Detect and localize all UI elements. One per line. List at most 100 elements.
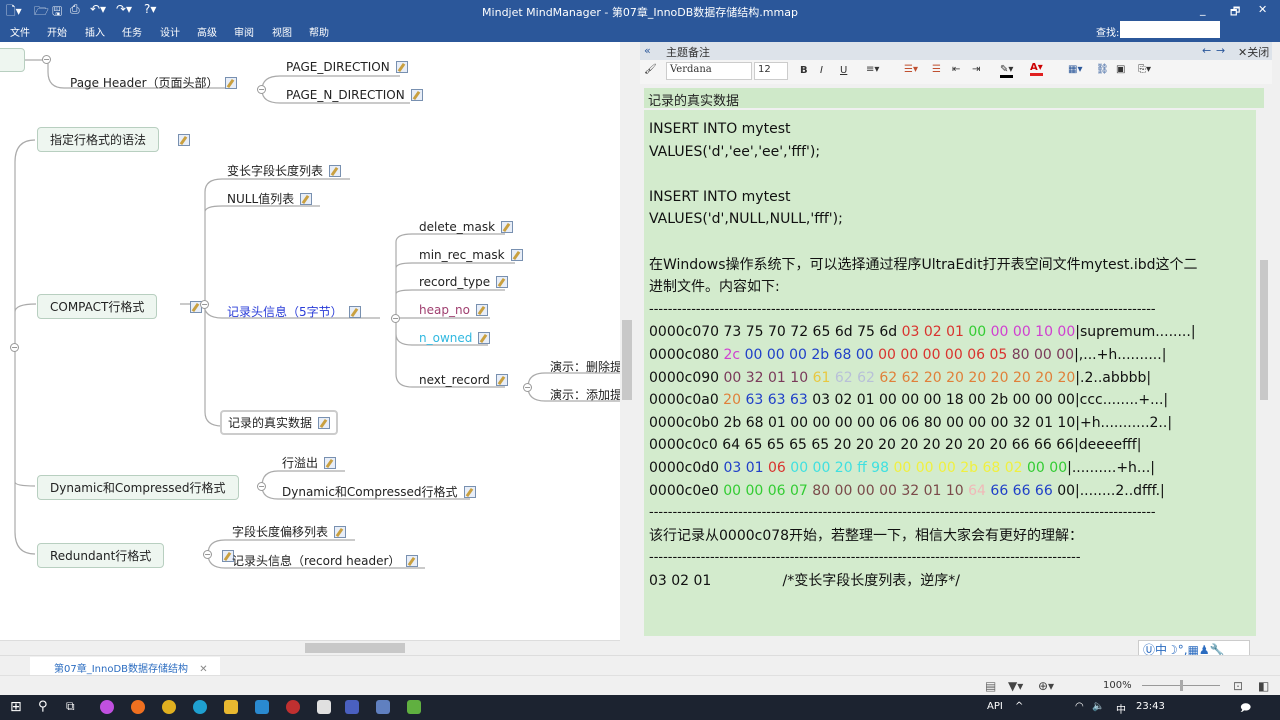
- highlight-icon[interactable]: ✎▾: [1000, 64, 1014, 78]
- note-editor[interactable]: INSERT INTO mytest VALUES('d','ee','ee','…: [644, 110, 1256, 636]
- scroll-thumb[interactable]: [305, 643, 405, 653]
- notifications-icon[interactable]: 🗩: [1240, 701, 1251, 718]
- menu-advanced[interactable]: 高级: [197, 24, 217, 39]
- font-color-icon[interactable]: A▾: [1030, 62, 1043, 76]
- file-explorer-icon[interactable]: [224, 700, 238, 714]
- link-icon[interactable]: ⛓: [1096, 64, 1109, 75]
- search-icon[interactable]: ⚲: [38, 699, 48, 714]
- node-overflow[interactable]: 行溢出: [282, 454, 337, 474]
- note-icon[interactable]: [496, 276, 509, 288]
- numbered-list-icon[interactable]: ☰▾: [904, 64, 918, 75]
- menu-view[interactable]: 视图: [272, 24, 292, 39]
- menu-help[interactable]: 帮助: [309, 24, 329, 39]
- table-icon[interactable]: ▦▾: [1068, 64, 1082, 75]
- node-dynamic[interactable]: Dynamic和Compressed行格式: [37, 475, 239, 500]
- collapse-panel-icon[interactable]: «: [644, 44, 651, 57]
- node-heap-no[interactable]: heap_no: [419, 303, 488, 320]
- node-real-data-selected[interactable]: 记录的真实数据: [220, 410, 339, 435]
- collapse-toggle[interactable]: −: [257, 85, 266, 94]
- focus-icon[interactable]: ⊕▾: [1038, 679, 1054, 693]
- close-tab-icon[interactable]: ✕: [199, 664, 207, 675]
- zoom-slider[interactable]: [1142, 680, 1220, 691]
- volume-icon[interactable]: 🔈: [1092, 701, 1104, 712]
- node-page-n-direction[interactable]: PAGE_N_DIRECTION: [286, 88, 423, 105]
- clock[interactable]: 23:43: [1136, 701, 1165, 712]
- menu-insert[interactable]: 插入: [85, 24, 105, 39]
- note-icon[interactable]: [178, 134, 190, 146]
- note-icon[interactable]: [501, 221, 514, 233]
- note-icon[interactable]: [510, 249, 523, 261]
- collapse-toggle[interactable]: −: [203, 550, 212, 559]
- next-arrow-icon[interactable]: →: [1216, 44, 1225, 57]
- prev-arrow-icon[interactable]: ←: [1202, 44, 1211, 57]
- note-icon[interactable]: [329, 165, 342, 177]
- note-icon[interactable]: [224, 77, 237, 89]
- underline-button[interactable]: U: [840, 65, 847, 76]
- parent-topic-node[interactable]: [0, 48, 25, 72]
- network-icon[interactable]: ◠: [1075, 701, 1084, 712]
- node-demo-delete[interactable]: 演示：删除提: [550, 358, 620, 378]
- node-page-direction[interactable]: PAGE_DIRECTION: [286, 60, 408, 77]
- firefox-icon[interactable]: [131, 700, 145, 714]
- collapse-toggle[interactable]: −: [10, 343, 19, 352]
- find-input[interactable]: [1120, 21, 1220, 38]
- node-record-header[interactable]: 记录头信息（5字节）: [227, 303, 361, 323]
- note-icon[interactable]: [410, 89, 423, 101]
- mind-map-canvas[interactable]: − Page Header（页面头部） − PAGE_DIRECTION PAG…: [0, 42, 620, 640]
- node-var-len-list[interactable]: 变长字段长度列表: [227, 162, 342, 182]
- layout-icon[interactable]: ◧: [1258, 679, 1269, 693]
- scroll-thumb[interactable]: [1260, 260, 1268, 400]
- font-select[interactable]: Verdana: [666, 62, 752, 80]
- menu-home[interactable]: 开始: [47, 24, 67, 39]
- node-compact[interactable]: COMPACT行格式: [37, 294, 158, 319]
- close-notes-button[interactable]: ✕关闭: [1238, 44, 1269, 60]
- note-icon[interactable]: [334, 526, 347, 538]
- node-dynamic-child[interactable]: Dynamic和Compressed行格式: [282, 483, 476, 503]
- node-n-owned[interactable]: n_owned: [419, 331, 491, 348]
- collapse-toggle[interactable]: −: [42, 55, 51, 64]
- collapse-toggle[interactable]: −: [391, 314, 400, 323]
- note-icon[interactable]: [475, 304, 488, 316]
- node-record-type[interactable]: record_type: [419, 275, 509, 292]
- restore-button[interactable]: 🗗: [1230, 3, 1240, 22]
- edge-icon[interactable]: [193, 700, 207, 714]
- node-next-record[interactable]: next_record: [419, 373, 508, 390]
- bullet-list-icon[interactable]: ☰: [932, 64, 941, 75]
- note-icon[interactable]: [395, 61, 408, 73]
- node-demo-add[interactable]: 演示：添加提: [550, 386, 620, 406]
- filter-icon[interactable]: ▼▾: [1008, 679, 1023, 693]
- menu-task[interactable]: 任务: [122, 24, 142, 39]
- format-painter-icon[interactable]: 🖌: [644, 64, 657, 75]
- align-icon[interactable]: ≡▾: [866, 64, 879, 75]
- close-button[interactable]: ✕: [1258, 3, 1267, 16]
- ime-indicator[interactable]: 中: [1116, 701, 1126, 716]
- bold-button[interactable]: B: [800, 65, 808, 76]
- windows-start-icon[interactable]: ⊞: [10, 699, 22, 715]
- insert-field-icon[interactable]: ⎘▾: [1138, 64, 1151, 75]
- scroll-thumb[interactable]: [622, 320, 632, 400]
- node-redundant[interactable]: Redundant行格式: [37, 543, 165, 568]
- note-icon[interactable]: [300, 193, 313, 205]
- app-icon[interactable]: [255, 700, 269, 714]
- note-icon[interactable]: [318, 417, 331, 429]
- image-icon[interactable]: ▣: [1116, 64, 1125, 75]
- document-tab[interactable]: 第07章_InnoDB数据存储结构 ✕: [30, 657, 220, 676]
- app-icon[interactable]: [286, 700, 300, 714]
- outdent-icon[interactable]: ⇤: [952, 64, 960, 75]
- map-icon[interactable]: ▤: [985, 679, 996, 693]
- minimize-button[interactable]: _: [1200, 3, 1206, 16]
- node-field-offset[interactable]: 字段长度偏移列表: [232, 523, 347, 543]
- note-icon[interactable]: [495, 374, 508, 386]
- note-icon[interactable]: [348, 306, 361, 318]
- mindmap-horizontal-scrollbar[interactable]: [0, 640, 620, 655]
- task-view-icon[interactable]: ⧉: [66, 699, 75, 714]
- note-icon[interactable]: [324, 457, 337, 469]
- menu-review[interactable]: 审阅: [234, 24, 254, 39]
- typora-icon[interactable]: [317, 700, 331, 714]
- node-page-header[interactable]: Page Header（页面头部）: [70, 74, 237, 94]
- note-icon[interactable]: [478, 332, 491, 344]
- note-icon[interactable]: [463, 486, 476, 498]
- app-icon[interactable]: [100, 700, 114, 714]
- node-delete-mask[interactable]: delete_mask: [419, 220, 514, 237]
- note-icon[interactable]: [406, 555, 419, 567]
